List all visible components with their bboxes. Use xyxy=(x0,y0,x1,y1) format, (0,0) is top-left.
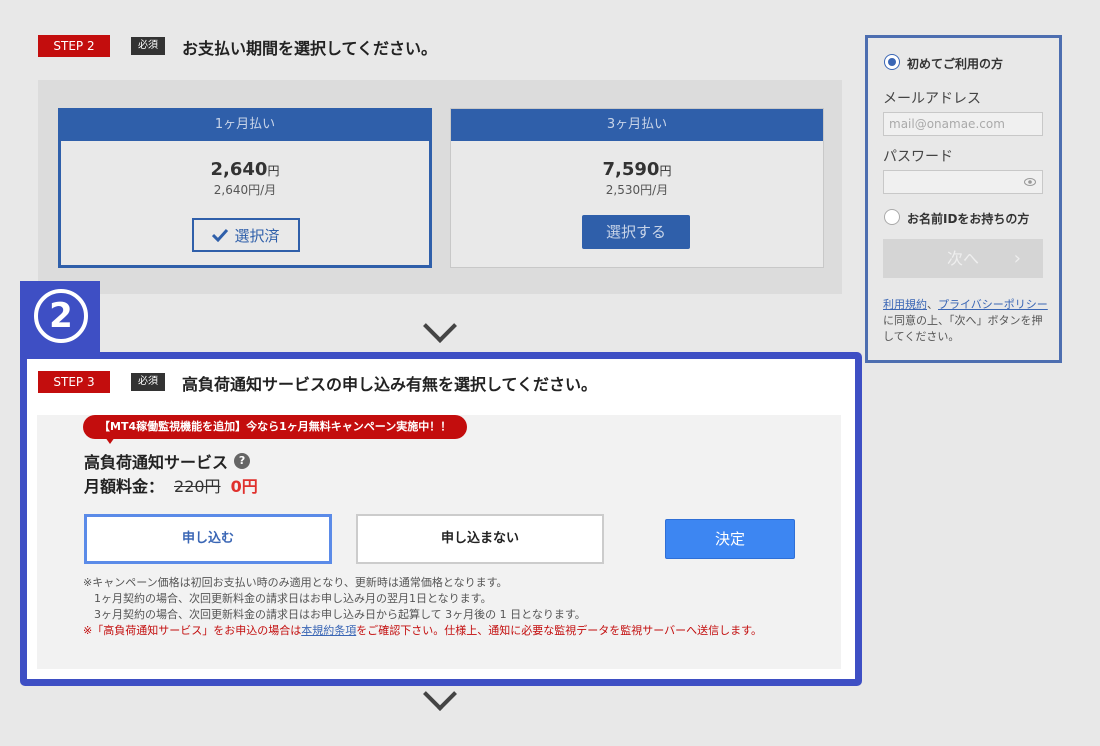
chevron-right-icon: › xyxy=(1013,248,1021,269)
terms-link[interactable]: 利用規約 xyxy=(883,298,927,311)
step3-highlight-box: STEP 3 必須 高負荷通知サービスの申し込み有無を選択してください。 【MT… xyxy=(20,352,862,686)
plan-3month-name: 3ヶ月払い xyxy=(451,109,823,141)
step3-required-badge: 必須 xyxy=(131,373,165,391)
decline-button[interactable]: 申し込まない xyxy=(356,514,604,564)
fee-label: 月額料金： xyxy=(84,477,165,496)
fee-new-price: 0円 xyxy=(230,477,258,496)
email-label: メールアドレス xyxy=(883,91,981,107)
plan-3month-card[interactable]: 3ヶ月払い 7,590円 2,530円/月 選択する xyxy=(450,108,824,268)
step3-title: 高負荷通知サービスの申し込み有無を選択してください。 xyxy=(182,375,598,394)
have-id-radio[interactable] xyxy=(884,209,900,225)
plan-1month-price: 2,640円 xyxy=(210,159,280,180)
step2-required-badge: 必須 xyxy=(131,37,165,55)
select-button[interactable]: 選択する xyxy=(582,215,690,249)
service-name: 高負荷通知サービス ? xyxy=(84,449,251,473)
note-line: 1ヶ月契約の場合、次回更新料金の請求日はお申し込み月の翌月1日となります。 xyxy=(94,592,492,605)
step-number-badge: 2 xyxy=(20,281,100,361)
apply-button[interactable]: 申し込む xyxy=(84,514,332,564)
check-icon xyxy=(212,228,229,242)
decide-button[interactable]: 決定 xyxy=(665,519,795,559)
next-button-label: 次へ xyxy=(946,249,979,268)
first-time-radio[interactable] xyxy=(884,54,900,70)
note-line: 3ヶ月契約の場合、次回更新料金の請求日はお申し込み日から起算して 3ヶ月後の 1… xyxy=(94,608,586,621)
first-time-label: 初めてご利用の方 xyxy=(907,57,1004,71)
service-area: 【MT4稼働監視機能を追加】今なら1ヶ月無料キャンペーン実施中！！ 高負荷通知サ… xyxy=(37,415,841,669)
step3-tag: STEP 3 xyxy=(38,371,110,393)
notes: ※キャンペーン価格は初回お支払い時のみ適用となり、更新時は通常価格となります。 … xyxy=(83,575,762,639)
password-label: パスワード xyxy=(883,149,953,165)
note-red-line: ※「高負荷通知サービス」をお申込の場合は本規約条項をご確認下さい。仕様上、通知に… xyxy=(83,624,763,637)
have-id-label: お名前IDをお持ちの方 xyxy=(907,212,1030,226)
chevron-down-icon xyxy=(423,309,457,343)
next-button[interactable]: 次へ › xyxy=(883,239,1043,278)
monthly-fee: 月額料金： 220円 0円 xyxy=(84,473,258,497)
plan-3month-price: 7,590円 xyxy=(602,159,672,180)
email-field[interactable]: mail@onamae.com xyxy=(883,112,1043,136)
selected-button[interactable]: 選択済 xyxy=(192,218,300,252)
campaign-banner: 【MT4稼働監視機能を追加】今なら1ヶ月無料キャンペーン実施中！！ xyxy=(83,415,468,439)
plan-1month-name: 1ヶ月払い xyxy=(61,111,429,141)
step2-title: お支払い期間を選択してください。 xyxy=(182,39,438,58)
terms-clause-link[interactable]: 本規約条項 xyxy=(301,624,356,637)
plan-3month-monthly: 2,530円/月 xyxy=(605,183,669,197)
login-panel: 初めてご利用の方 メールアドレス mail@onamae.com パスワード お… xyxy=(865,35,1062,363)
note-line: ※キャンペーン価格は初回お支払い時のみ適用となり、更新時は通常価格となります。 xyxy=(83,576,508,589)
help-icon[interactable]: ? xyxy=(234,453,251,469)
selected-button-label: 選択済 xyxy=(234,226,280,245)
privacy-policy-link[interactable]: プライバシーポリシー xyxy=(938,298,1048,311)
circled-number: 2 xyxy=(34,289,88,343)
step2-tag: STEP 2 xyxy=(38,35,110,57)
fee-old-price: 220円 xyxy=(174,477,221,496)
plan-1month-card[interactable]: 1ヶ月払い 2,640円 2,640円/月 選択済 xyxy=(58,108,432,268)
terms-text: 利用規約、プライバシーポリシーに同意の上、「次へ」ボタンを押してください。 xyxy=(883,298,1048,343)
campaign-banner-tip xyxy=(105,437,115,444)
eye-icon[interactable] xyxy=(1024,177,1036,187)
plan-1month-monthly: 2,640円/月 xyxy=(213,183,277,197)
password-field[interactable] xyxy=(883,170,1043,194)
